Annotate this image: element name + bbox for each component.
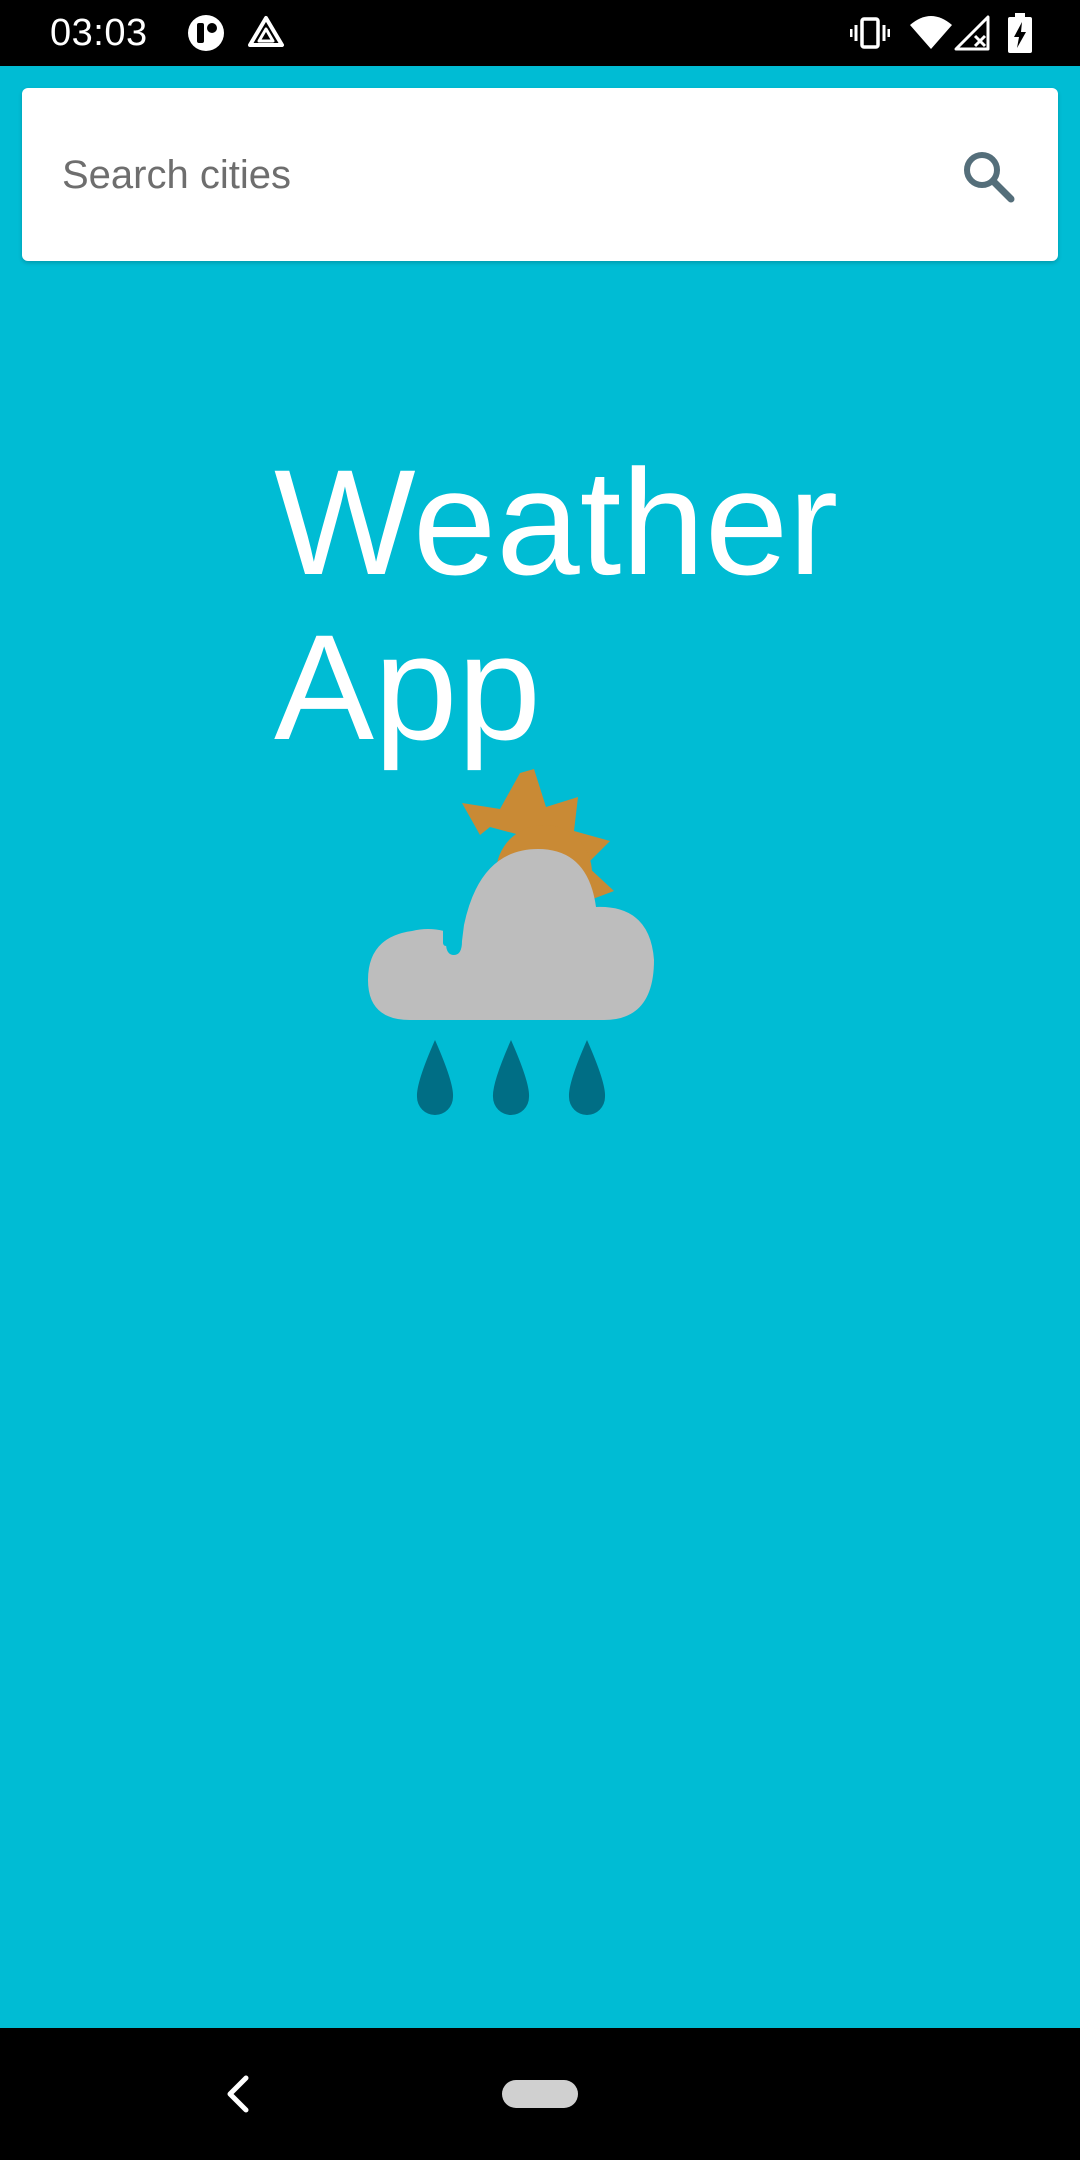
search-icon[interactable] — [960, 148, 1016, 204]
wifi-icon — [910, 16, 952, 49]
cellular-no-signal-icon — [954, 15, 990, 51]
battery-charging-icon — [1008, 13, 1032, 53]
app-notification-icon — [188, 15, 224, 51]
app-title: Weather App — [274, 438, 839, 771]
status-time: 03:03 — [50, 12, 148, 54]
raindrops-icon — [416, 1040, 606, 1115]
status-bar: 03:03 — [0, 0, 1080, 66]
navigation-bar — [0, 2028, 1080, 2160]
weather-rain-sun-icon — [368, 769, 654, 1115]
home-pill[interactable] — [502, 2080, 578, 2108]
vibrate-icon — [850, 17, 890, 49]
back-icon[interactable] — [218, 2072, 258, 2116]
search-input[interactable] — [62, 130, 902, 220]
search-bar — [22, 88, 1058, 261]
cloud-icon — [368, 849, 654, 1020]
drive-icon — [248, 16, 284, 47]
